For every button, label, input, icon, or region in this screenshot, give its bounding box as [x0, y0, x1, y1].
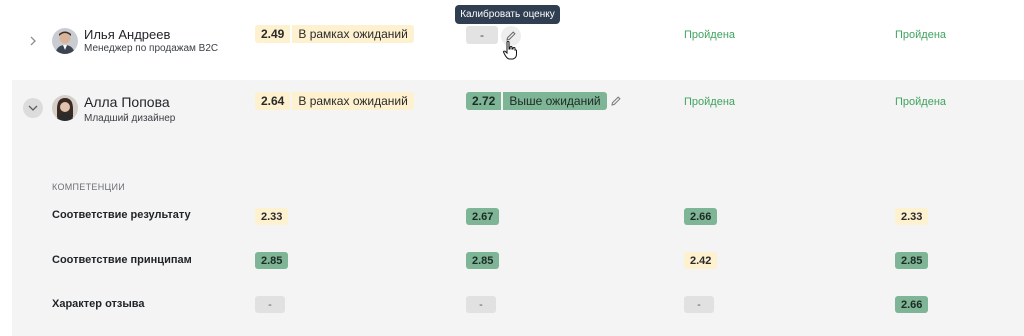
calibrated-score-empty: -: [466, 26, 498, 44]
chevron-down-icon[interactable]: [23, 98, 43, 118]
competency-label: Соответствие результату: [52, 209, 191, 221]
competency-score: 2.85: [466, 252, 500, 269]
status-passed: Пройдена: [684, 96, 736, 108]
employee-role: Младший дизайнер: [84, 113, 176, 124]
competencies-title: КОМПЕТЕНЦИИ: [52, 182, 126, 192]
competency-score-empty: -: [684, 296, 714, 313]
avatar: [52, 28, 78, 54]
chevron-right-icon[interactable]: [27, 35, 39, 47]
competency-score-empty: -: [255, 296, 285, 313]
self-assessment-badge: 2.49 В рамках ожиданий: [255, 25, 414, 43]
competency-score: 2.67: [466, 208, 500, 225]
avatar: [52, 95, 78, 121]
competency-score: 2.66: [684, 208, 718, 225]
status-passed: Пройдена: [895, 96, 947, 108]
competency-score: 2.85: [255, 252, 289, 269]
pencil-icon[interactable]: [609, 94, 623, 108]
employee-role: Менеджер по продажам B2C: [84, 43, 219, 54]
self-assessment-badge: 2.64 В рамках ожиданий: [255, 92, 414, 110]
competency-score: 2.85: [895, 252, 929, 269]
competency-score-empty: -: [466, 296, 496, 313]
calibrate-tooltip: Калибровать оценку: [455, 5, 560, 24]
competency-score: 2.33: [895, 208, 929, 225]
competency-score: 2.33: [255, 208, 289, 225]
hand-cursor-icon: [502, 40, 518, 60]
status-passed: Пройдена: [895, 29, 947, 41]
competency-label: Характер отзыва: [52, 298, 145, 310]
employee-name[interactable]: Алла Попова: [84, 94, 170, 110]
calibrated-assessment-badge: 2.72 Выше ожиданий: [466, 92, 607, 110]
competency-score: 2.42: [684, 252, 718, 269]
competency-score: 2.66: [895, 296, 929, 313]
employee-name[interactable]: Илья Андреев: [84, 27, 170, 42]
status-passed: Пройдена: [684, 29, 736, 41]
competency-label: Соответствие принципам: [52, 254, 192, 266]
